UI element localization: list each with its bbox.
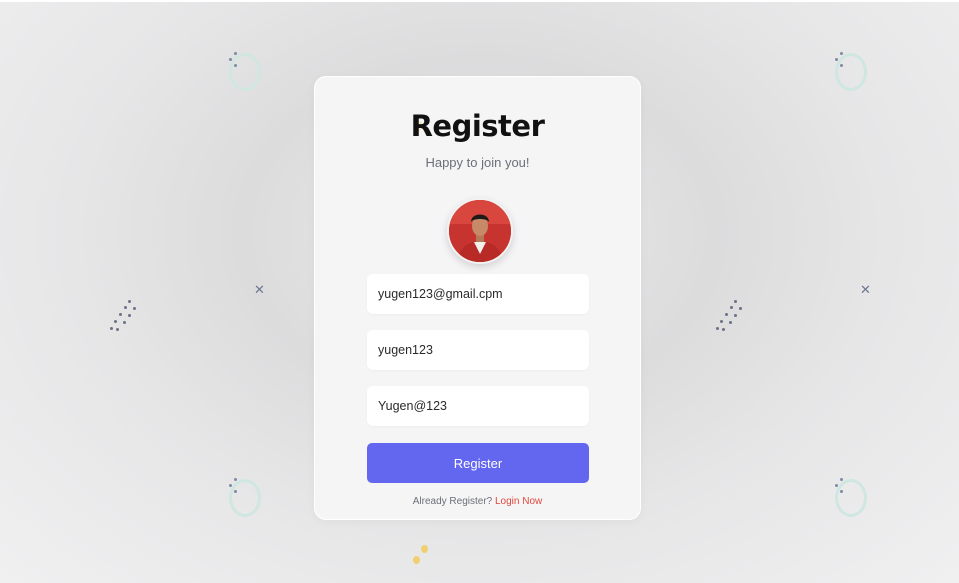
ring-decoration-bottom-left (226, 476, 266, 522)
profile-avatar[interactable] (447, 198, 513, 264)
username-field[interactable] (367, 330, 589, 370)
profile-avatar-image (449, 200, 511, 262)
ring-decoration-top-right (832, 50, 872, 96)
top-border (0, 0, 959, 2)
login-prompt: Already Register? Login Now (315, 496, 640, 507)
email-field[interactable] (367, 274, 589, 314)
page-title: Register (410, 109, 545, 143)
ring-decoration-bottom-right (832, 476, 872, 522)
login-prompt-text: Already Register? (412, 496, 493, 507)
x-mark-icon-right: ✕ (860, 283, 871, 298)
dot-line-decoration-right (714, 298, 744, 334)
yellow-dot-decoration (421, 545, 428, 553)
page-subtitle: Happy to join you! (425, 155, 530, 170)
register-card: Register Happy to join you! Register Alr… (314, 76, 641, 520)
ring-decoration-top-left (226, 50, 266, 96)
yellow-dot-decoration (413, 556, 420, 564)
register-button[interactable]: Register (367, 443, 589, 483)
password-field[interactable] (367, 386, 589, 426)
x-mark-icon-left: ✕ (254, 283, 265, 298)
login-now-link[interactable]: Login Now (495, 496, 542, 507)
dot-line-decoration-left (108, 298, 138, 334)
